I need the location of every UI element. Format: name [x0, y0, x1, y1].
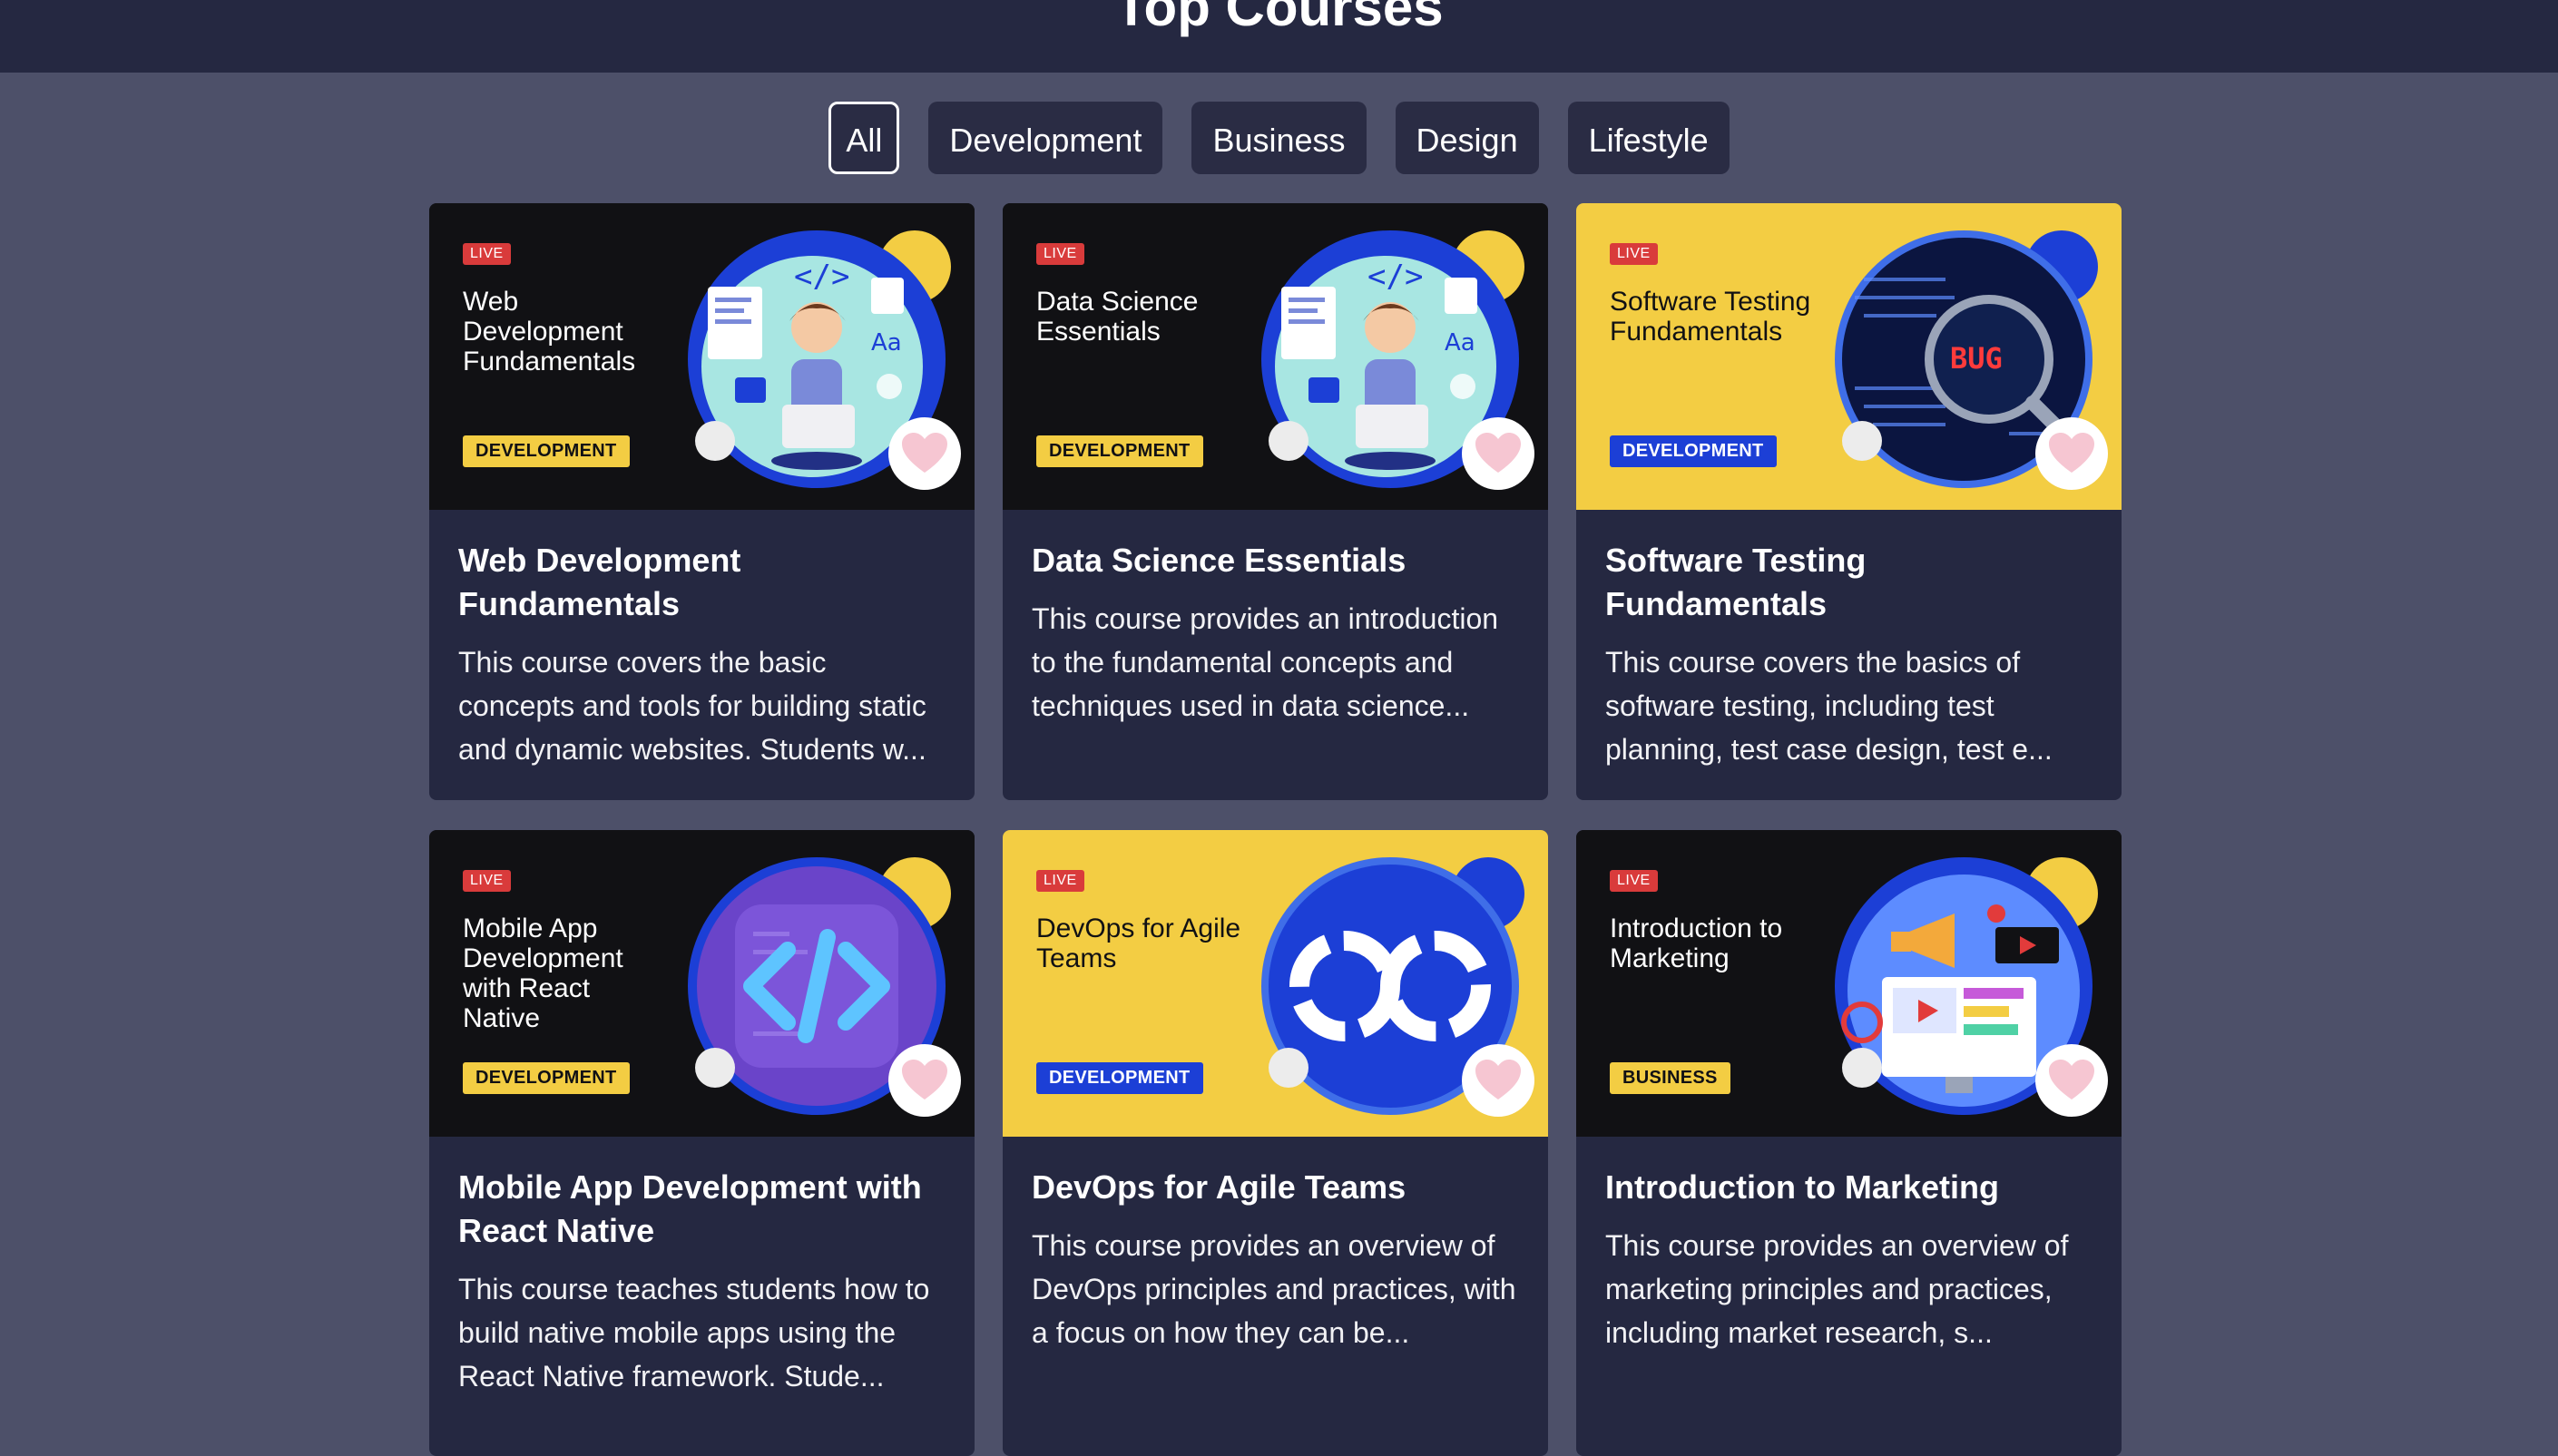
carousel-dot	[1842, 421, 1882, 461]
course-title[interactable]: Introduction to Marketing	[1605, 1166, 2092, 1209]
favorite-button[interactable]	[1462, 1044, 1534, 1117]
svg-text:Aa: Aa	[871, 329, 902, 357]
filter-lifestyle[interactable]: Lifestyle	[1567, 102, 1730, 174]
course-title[interactable]: Data Science Essentials	[1032, 539, 1519, 582]
svg-text:Aa: Aa	[1445, 329, 1475, 357]
filter-all[interactable]: All	[828, 102, 900, 174]
filter-design[interactable]: Design	[1395, 102, 1539, 174]
course-title[interactable]: Mobile App Development with React Native	[458, 1166, 946, 1253]
course-description: This course covers the basics of softwar…	[1605, 646, 2053, 766]
thumbnail-title: Software Testing Fundamentals	[1610, 287, 1811, 347]
course-thumbnail: LIVE Data Science Essentials DEVELOPMENT…	[1003, 203, 1548, 510]
live-badge: LIVE	[1036, 243, 1084, 265]
category-filter-bar: All Development Business Design Lifestyl…	[0, 102, 2558, 174]
carousel-dot	[695, 1048, 735, 1088]
favorite-button[interactable]	[888, 1044, 961, 1117]
course-card[interactable]: LIVE DevOps for Agile Teams DEVELOPMENT …	[1003, 830, 1548, 1456]
thumbnail-title: Web Development Fundamentals	[463, 287, 636, 376]
carousel-dot	[1269, 421, 1308, 461]
svg-text:BUG: BUG	[1950, 341, 2003, 376]
live-badge: LIVE	[1610, 870, 1658, 892]
course-description: This course provides an overview of mark…	[1605, 1229, 2069, 1349]
course-title[interactable]: Web Development Fundamentals	[458, 539, 946, 626]
carousel-dot	[1842, 1048, 1882, 1088]
favorite-button[interactable]	[2035, 1044, 2108, 1117]
category-badge: BUSINESS	[1610, 1062, 1730, 1094]
heart-icon	[2049, 1060, 2094, 1099]
header-bar: Top Courses	[0, 0, 2558, 73]
course-description: This course provides an overview of DevO…	[1032, 1229, 1516, 1349]
course-card[interactable]: LIVE Software Testing Fundamentals DEVEL…	[1576, 203, 2122, 800]
course-title[interactable]: DevOps for Agile Teams	[1032, 1166, 1519, 1209]
heart-icon	[902, 1060, 947, 1099]
course-card[interactable]: LIVE Web Development Fundamentals DEVELO…	[429, 203, 975, 800]
course-thumbnail: LIVE DevOps for Agile Teams DEVELOPMENT	[1003, 830, 1548, 1137]
course-thumbnail: LIVE Software Testing Fundamentals DEVEL…	[1576, 203, 2122, 510]
course-card[interactable]: LIVE Data Science Essentials DEVELOPMENT…	[1003, 203, 1548, 800]
live-badge: LIVE	[463, 870, 511, 892]
heart-icon	[1475, 1060, 1521, 1099]
course-grid: LIVE Web Development Fundamentals DEVELO…	[429, 203, 2122, 1456]
carousel-dot	[1269, 1048, 1308, 1088]
thumbnail-title: Mobile App Development with React Native	[463, 914, 623, 1033]
heart-icon	[1475, 433, 1521, 473]
live-badge: LIVE	[1610, 243, 1658, 265]
thumbnail-title: DevOps for Agile Teams	[1036, 914, 1241, 973]
live-badge: LIVE	[463, 243, 511, 265]
filter-development[interactable]: Development	[928, 102, 1163, 174]
course-description: This course covers the basic concepts an…	[458, 646, 926, 766]
thumbnail-title: Introduction to Marketing	[1610, 914, 1783, 973]
favorite-button[interactable]	[888, 417, 961, 490]
category-badge: DEVELOPMENT	[1036, 435, 1203, 467]
favorite-button[interactable]	[1462, 417, 1534, 490]
live-badge: LIVE	[1036, 870, 1084, 892]
carousel-dot	[695, 421, 735, 461]
favorite-button[interactable]	[2035, 417, 2108, 490]
heart-icon	[2049, 433, 2094, 473]
category-badge: DEVELOPMENT	[463, 1062, 630, 1094]
filter-business[interactable]: Business	[1191, 102, 1367, 174]
heart-icon	[902, 433, 947, 473]
svg-text:</>: </>	[1367, 259, 1423, 295]
course-card[interactable]: LIVE Introduction to Marketing BUSINESS	[1576, 830, 2122, 1456]
course-description: This course provides an introduction to …	[1032, 602, 1499, 722]
page-title: Top Courses	[1114, 0, 1444, 37]
category-badge: DEVELOPMENT	[463, 435, 630, 467]
course-description: This course teaches students how to buil…	[458, 1273, 930, 1392]
thumbnail-title: Data Science Essentials	[1036, 287, 1199, 347]
svg-text:</>: </>	[794, 259, 849, 295]
category-badge: DEVELOPMENT	[1610, 435, 1777, 467]
category-badge: DEVELOPMENT	[1036, 1062, 1203, 1094]
course-title[interactable]: Software Testing Fundamentals	[1605, 539, 2092, 626]
course-thumbnail: LIVE Introduction to Marketing BUSINESS	[1576, 830, 2122, 1137]
course-thumbnail: LIVE Web Development Fundamentals DEVELO…	[429, 203, 975, 510]
course-card[interactable]: LIVE Mobile App Development with React N…	[429, 830, 975, 1456]
course-thumbnail: LIVE Mobile App Development with React N…	[429, 830, 975, 1137]
